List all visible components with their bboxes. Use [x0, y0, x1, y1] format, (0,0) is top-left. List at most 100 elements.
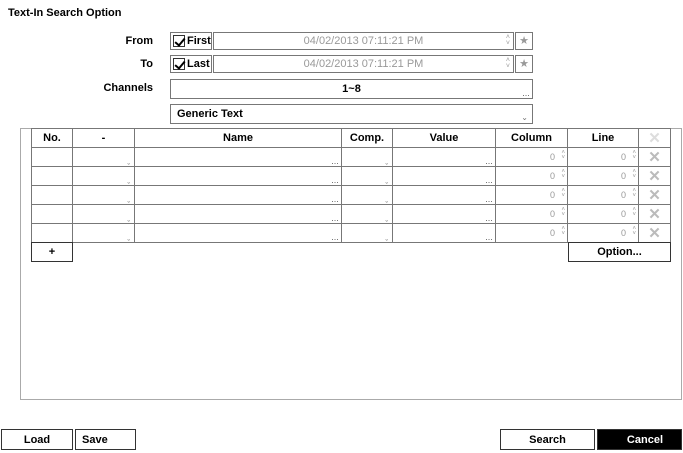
ellipsis-icon: …	[331, 157, 339, 166]
comp-dropdown[interactable]: ˬ	[341, 185, 393, 205]
column-value: 0	[549, 228, 555, 238]
value-field[interactable]: …	[392, 147, 496, 167]
comp-dropdown[interactable]: ˬ	[341, 147, 393, 167]
comp-dropdown[interactable]: ˬ	[341, 204, 393, 224]
line-value: 0	[620, 171, 626, 181]
delete-row-icon[interactable]: ✕	[638, 185, 671, 205]
column-value: 0	[549, 171, 555, 181]
channels-field[interactable]: 1~8 …	[170, 79, 533, 99]
name-field[interactable]: …	[134, 147, 342, 167]
spin-icon[interactable]: ˄ ˅	[632, 169, 636, 180]
spin-icon[interactable]: ˄ ˅	[632, 150, 636, 161]
text-type-value: Generic Text	[177, 108, 243, 120]
chevron-down-icon: ˬ	[385, 232, 388, 241]
line-spinner[interactable]: 0 ˄ ˅	[567, 204, 639, 224]
spin-icon[interactable]: ˄ ˅	[561, 188, 565, 199]
last-checkbox[interactable]: Last	[170, 55, 212, 73]
dash-dropdown[interactable]: ˬ	[72, 147, 135, 167]
delete-all-icon: ✕	[638, 128, 671, 148]
value-field[interactable]: …	[392, 204, 496, 224]
column-spinner[interactable]: 0 ˄ ˅	[495, 166, 568, 186]
spin-icon[interactable]: ˄ ˅	[561, 169, 565, 180]
spin-icon[interactable]: ˄ ˅	[506, 34, 510, 47]
line-spinner[interactable]: 0 ˄ ˅	[567, 185, 639, 205]
value-field[interactable]: …	[392, 166, 496, 186]
table-row: ˬ … ˬ … 0 ˄ ˅ 0 ˄ ˅ ✕	[31, 166, 671, 186]
ellipsis-icon: …	[331, 233, 339, 242]
column-spinner[interactable]: 0 ˄ ˅	[495, 204, 568, 224]
comp-dropdown[interactable]: ˬ	[341, 166, 393, 186]
column-spinner[interactable]: 0 ˄ ˅	[495, 185, 568, 205]
spin-icon[interactable]: ˄ ˅	[632, 188, 636, 199]
chevron-down-icon: ˬ	[127, 194, 130, 203]
from-datetime-field[interactable]: 04/02/2013 07:11:21 PM ˄ ˅	[213, 32, 514, 50]
delete-row-icon[interactable]: ✕	[638, 223, 671, 243]
line-value: 0	[620, 209, 626, 219]
chevron-down-icon: ˬ	[385, 213, 388, 222]
line-value: 0	[620, 190, 626, 200]
to-label: To	[140, 58, 153, 70]
spin-icon[interactable]: ˄ ˅	[561, 226, 565, 237]
name-field[interactable]: …	[134, 204, 342, 224]
delete-row-icon[interactable]: ✕	[638, 204, 671, 224]
spin-icon[interactable]: ˄ ˅	[632, 207, 636, 218]
line-spinner[interactable]: 0 ˄ ˅	[567, 147, 639, 167]
spin-icon[interactable]: ˄ ˅	[561, 150, 565, 161]
cancel-button[interactable]: Cancel	[597, 429, 682, 450]
name-field[interactable]: …	[134, 223, 342, 243]
header-dash: -	[72, 128, 135, 148]
chevron-down-icon: ˬ	[385, 194, 388, 203]
dash-dropdown[interactable]: ˬ	[72, 204, 135, 224]
text-type-dropdown[interactable]: Generic Text ⌄	[170, 104, 533, 124]
header-name: Name	[134, 128, 342, 148]
header-line: Line	[567, 128, 639, 148]
column-value: 0	[549, 209, 555, 219]
name-field[interactable]: …	[134, 166, 342, 186]
spin-icon[interactable]: ˄ ˅	[506, 57, 510, 70]
no-cell	[31, 185, 73, 205]
header-column: Column	[495, 128, 568, 148]
dash-dropdown[interactable]: ˬ	[72, 223, 135, 243]
first-label: First	[187, 35, 211, 47]
dash-dropdown[interactable]: ˬ	[72, 166, 135, 186]
delete-row-icon[interactable]: ✕	[638, 166, 671, 186]
value-field[interactable]: …	[392, 185, 496, 205]
spin-icon[interactable]: ˄ ˅	[561, 207, 565, 218]
ellipsis-icon: …	[485, 233, 493, 242]
from-datetime-value: 04/02/2013 07:11:21 PM	[303, 35, 424, 47]
search-button[interactable]: Search	[500, 429, 595, 450]
conditions-table: No. - Name Comp. Value Column Line ✕ ˬ ……	[31, 128, 671, 243]
first-checkbox[interactable]: First	[170, 32, 212, 50]
header-value: Value	[392, 128, 496, 148]
load-button[interactable]: Load	[1, 429, 73, 450]
dash-dropdown[interactable]: ˬ	[72, 185, 135, 205]
ellipsis-icon: …	[485, 176, 493, 185]
dialog-title: Text-In Search Option	[8, 7, 122, 19]
spin-icon[interactable]: ˄ ˅	[632, 226, 636, 237]
column-spinner[interactable]: 0 ˄ ˅	[495, 147, 568, 167]
table-row: ˬ … ˬ … 0 ˄ ˅ 0 ˄ ˅ ✕	[31, 185, 671, 205]
ellipsis-icon: …	[522, 89, 530, 98]
chevron-down-icon: ˬ	[127, 213, 130, 222]
value-field[interactable]: …	[392, 223, 496, 243]
star-icon[interactable]: ★	[515, 55, 533, 73]
ellipsis-icon: …	[331, 214, 339, 223]
option-button[interactable]: Option...	[568, 242, 671, 262]
column-spinner[interactable]: 0 ˄ ˅	[495, 223, 568, 243]
to-datetime-value: 04/02/2013 07:11:21 PM	[303, 58, 424, 70]
table-row: ˬ … ˬ … 0 ˄ ˅ 0 ˄ ˅ ✕	[31, 204, 671, 224]
star-icon[interactable]: ★	[515, 32, 533, 50]
comp-dropdown[interactable]: ˬ	[341, 223, 393, 243]
add-row-button[interactable]: +	[31, 242, 73, 262]
to-datetime-field[interactable]: 04/02/2013 07:11:21 PM ˄ ˅	[213, 55, 514, 73]
table-row: ˬ … ˬ … 0 ˄ ˅ 0 ˄ ˅ ✕	[31, 223, 671, 243]
chevron-down-icon: ˬ	[127, 232, 130, 241]
channels-label: Channels	[103, 82, 153, 94]
line-spinner[interactable]: 0 ˄ ˅	[567, 223, 639, 243]
header-no: No.	[31, 128, 73, 148]
column-value: 0	[549, 190, 555, 200]
save-button[interactable]: Save	[75, 429, 136, 450]
delete-row-icon[interactable]: ✕	[638, 147, 671, 167]
name-field[interactable]: …	[134, 185, 342, 205]
line-spinner[interactable]: 0 ˄ ˅	[567, 166, 639, 186]
